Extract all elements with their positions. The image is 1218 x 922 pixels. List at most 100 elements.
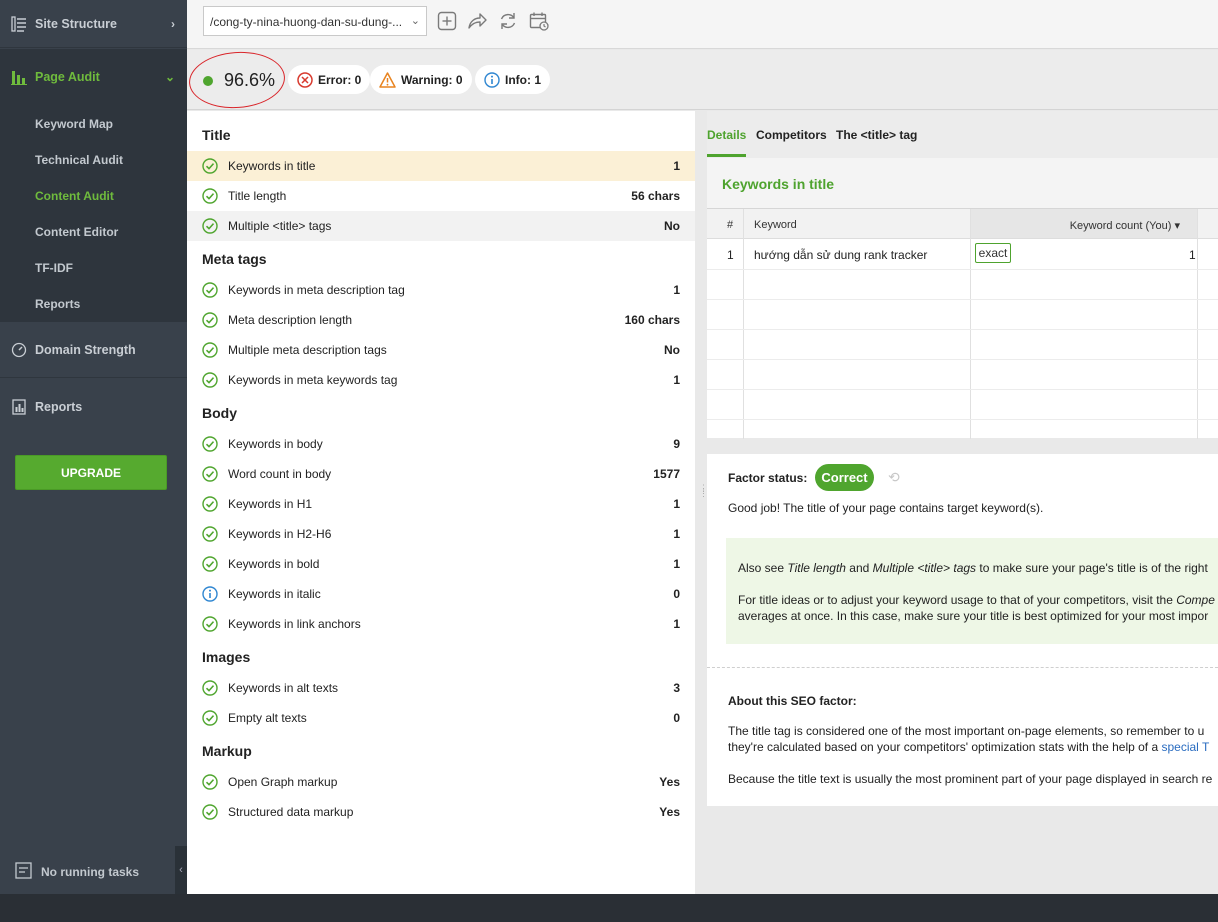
score-bar: 96.6% Error: 0 Warning: 0 Info: 1	[187, 48, 1218, 112]
warning-count: Warning: 0	[401, 72, 463, 87]
factor-row[interactable]: Keywords in bold 1	[187, 549, 695, 579]
page-audit-icon	[10, 68, 28, 86]
row-divider	[707, 299, 1218, 300]
factor-label: Keywords in H2-H6	[228, 527, 332, 541]
panel-splitter[interactable]: ⋮ ⋮	[695, 111, 708, 894]
sidebar-item-page-audit[interactable]: Page Audit ⌄	[0, 49, 187, 104]
factor-row[interactable]: Structured data markup Yes	[187, 797, 695, 827]
tip-link-multiple-title[interactable]: Multiple <title> tags	[873, 561, 976, 575]
factor-row[interactable]: Multiple <title> tags No	[187, 211, 695, 241]
sidebar-item-reports[interactable]: Reports	[0, 379, 187, 435]
refresh-icon[interactable]	[498, 11, 518, 31]
factor-row[interactable]: Keywords in H2-H6 1	[187, 519, 695, 549]
running-tasks-status[interactable]: No running tasks	[15, 862, 139, 882]
sidebar-item-tf-idf[interactable]: TF-IDF	[35, 261, 73, 275]
upgrade-button[interactable]: UPGRADE	[15, 455, 167, 490]
score-value: 96.6%	[224, 70, 276, 90]
active-tab-indicator	[707, 154, 746, 157]
good-job-text: Good job! The title of your page contain…	[728, 501, 1044, 515]
sidebar-item-technical-audit[interactable]: Technical Audit	[35, 153, 123, 167]
tab-title-tag[interactable]: The <title> tag	[836, 128, 917, 142]
schedule-icon[interactable]	[529, 11, 549, 31]
recheck-icon[interactable]: ⟲	[888, 469, 900, 486]
factor-label: Word count in body	[228, 467, 332, 481]
sidebar-item-keyword-map[interactable]: Keyword Map	[35, 117, 113, 131]
sidebar-item-site-structure[interactable]: Site Structure ›	[0, 0, 187, 48]
factor-row[interactable]: Title length 56 chars	[187, 181, 695, 211]
special-link[interactable]: special T	[1161, 740, 1209, 754]
factor-row[interactable]: Multiple meta description tags No	[187, 335, 695, 365]
factor-label: Keywords in meta keywords tag	[228, 373, 398, 387]
factor-row[interactable]: Keywords in meta description tag 1	[187, 275, 695, 305]
factor-label: Open Graph markup	[228, 775, 338, 789]
factor-value: 1577	[653, 467, 680, 481]
factor-row[interactable]: Meta description length 160 chars	[187, 305, 695, 335]
factor-value: 1	[673, 497, 680, 511]
col-divider	[970, 209, 971, 439]
page-audit-submenu: Keyword Map Technical Audit Content Audi…	[0, 104, 187, 322]
section-title: Body	[202, 405, 237, 421]
check-circle-icon	[202, 218, 218, 237]
reports-icon	[10, 398, 28, 416]
col-keyword-count-label[interactable]: Keyword count (You) ▾	[1070, 219, 1180, 232]
tab-details[interactable]: Details	[707, 128, 746, 142]
factor-label: Keywords in alt texts	[228, 681, 339, 695]
factor-value: 9	[673, 437, 680, 451]
factor-label: Keywords in title	[228, 159, 316, 173]
info-filter-badge[interactable]: Info: 1	[475, 65, 550, 94]
factor-row[interactable]: Keywords in title 1	[187, 151, 695, 181]
row-divider	[707, 419, 1218, 420]
factor-value: 1	[673, 159, 680, 173]
warning-icon	[379, 71, 396, 88]
factor-label: Keywords in italic	[228, 587, 321, 601]
sidebar-item-content-audit[interactable]: Content Audit	[35, 189, 114, 203]
factor-row[interactable]: Keywords in italic 0	[187, 579, 695, 609]
factor-row[interactable]: Empty alt texts 0	[187, 703, 695, 733]
factor-value: 1	[673, 527, 680, 541]
factor-value: 1	[673, 617, 680, 631]
tip-link-title-length[interactable]: Title length	[787, 561, 846, 575]
col-keyword[interactable]: Keyword	[754, 219, 797, 231]
share-icon[interactable]	[467, 11, 487, 31]
error-icon	[297, 71, 313, 88]
factor-row[interactable]: Keywords in alt texts 3	[187, 673, 695, 703]
factor-value: Yes	[659, 805, 680, 819]
tab-competitors[interactable]: Competitors	[756, 128, 827, 142]
status-bar	[0, 894, 1218, 922]
factor-label: Multiple <title> tags	[228, 219, 332, 233]
divider	[707, 667, 1218, 668]
factor-label: Meta description length	[228, 313, 353, 327]
status-dot-icon	[203, 75, 213, 86]
factor-row[interactable]: Keywords in meta keywords tag 1	[187, 365, 695, 395]
sidebar-item-sub-reports[interactable]: Reports	[35, 297, 80, 311]
error-filter-badge[interactable]: Error: 0	[288, 65, 371, 94]
tip-text: and	[845, 561, 873, 575]
collapse-sidebar-handle[interactable]: ‹	[175, 846, 187, 894]
page-url-select[interactable]: /cong-ty-nina-huong-dan-su-dung-... ⌄	[203, 6, 427, 36]
col-number[interactable]: #	[727, 219, 733, 231]
match-type-badge: exact	[975, 243, 1011, 263]
add-icon[interactable]	[437, 11, 457, 31]
warning-filter-badge[interactable]: Warning: 0	[370, 65, 472, 94]
check-circle-icon	[202, 312, 218, 331]
tip-line-1: Also see Title length and Multiple <titl…	[738, 561, 1208, 575]
check-circle-icon	[202, 804, 218, 823]
factor-value: 0	[673, 711, 680, 725]
factor-row[interactable]: Keywords in body 9	[187, 429, 695, 459]
chevron-down-icon: ⌄	[164, 69, 175, 84]
tip-text: to make sure your page's title is of the…	[976, 561, 1208, 575]
sidebar-label-domain-strength: Domain Strength	[35, 343, 136, 357]
factor-label: Keywords in body	[228, 437, 323, 451]
tip-link-competitors[interactable]: Compe	[1176, 593, 1215, 607]
factor-header: Keywords in title	[707, 158, 1218, 208]
about-line-2: they're calculated based on your competi…	[728, 740, 1209, 754]
factor-row[interactable]: Keywords in H1 1	[187, 489, 695, 519]
chevron-down-icon: ⌄	[410, 15, 420, 27]
factor-row[interactable]: Word count in body 1577	[187, 459, 695, 489]
factor-value: No	[664, 343, 680, 357]
tip-line-3: averages at once. In this case, make sur…	[738, 609, 1209, 623]
factor-row[interactable]: Open Graph markup Yes	[187, 767, 695, 797]
factor-row[interactable]: Keywords in link anchors 1	[187, 609, 695, 639]
sidebar-item-domain-strength[interactable]: Domain Strength	[0, 323, 187, 378]
sidebar-item-content-editor[interactable]: Content Editor	[35, 225, 118, 239]
